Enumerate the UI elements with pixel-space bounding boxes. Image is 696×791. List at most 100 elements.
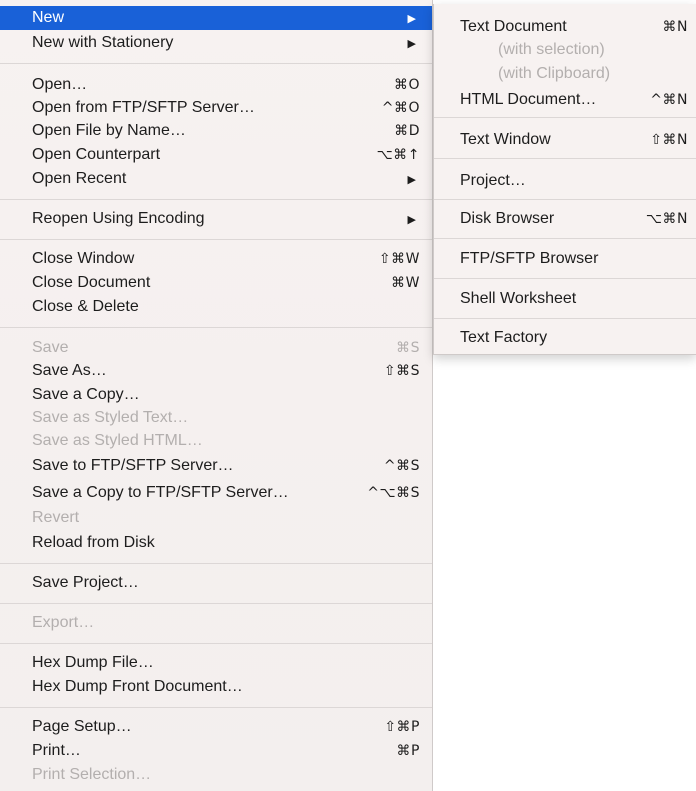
- submenu-item-html-document[interactable]: HTML Document… ^⌘N: [434, 88, 696, 112]
- menu-separator: [434, 238, 696, 239]
- menu-item-label: Close & Delete: [32, 298, 139, 315]
- menu-item-label: Save as Styled Text…: [32, 409, 189, 426]
- submenu-item-text-window[interactable]: Text Window ⇧⌘N: [434, 128, 696, 152]
- menu-item-label: Project…: [460, 172, 526, 189]
- menu-item-hex-dump-front-document[interactable]: Hex Dump Front Document…: [0, 675, 432, 699]
- menu-item-label: Close Document: [32, 274, 151, 291]
- menu-item-page-setup[interactable]: Page Setup… ⇧⌘P: [0, 715, 432, 739]
- menu-item-label: Hex Dump Front Document…: [32, 678, 243, 695]
- menu-separator: [0, 643, 432, 644]
- menu-item-label: (with Clipboard): [498, 65, 611, 82]
- menu-separator: [0, 63, 432, 64]
- menu-item-save-project[interactable]: Save Project…: [0, 571, 432, 595]
- menu-item-label: Reopen Using Encoding: [32, 210, 205, 227]
- submenu-item-with-selection: (with selection): [434, 38, 696, 62]
- submenu-arrow-icon: ▶: [407, 12, 416, 25]
- shortcut-label: ⌘W: [391, 275, 420, 291]
- menu-separator: [434, 158, 696, 159]
- menu-item-label: HTML Document…: [460, 91, 597, 108]
- shortcut-label: ⌘D: [394, 123, 420, 139]
- menu-item-hex-dump-file[interactable]: Hex Dump File…: [0, 651, 432, 675]
- shortcut-label: ^⌘N: [650, 92, 688, 108]
- menu-item-label: Text Factory: [460, 329, 548, 346]
- menu-item-label: Close Window: [32, 250, 135, 267]
- shortcut-label: ⇧⌘N: [650, 132, 688, 148]
- menu-item-label: Revert: [32, 509, 80, 526]
- new-submenu: Text Document ⌘N (with selection) (with …: [433, 4, 696, 355]
- shortcut-label: ⌥⌘↑: [376, 147, 420, 163]
- menu-item-print-selection: Print Selection…: [0, 763, 432, 787]
- menu-item-label: Save a Copy…: [32, 386, 140, 403]
- menu-item-print[interactable]: Print… ⌘P: [0, 739, 432, 763]
- shortcut-label: ⌘O: [393, 77, 420, 93]
- menu-item-save-copy-to-ftp[interactable]: Save a Copy to FTP/SFTP Server… ^⌥⌘S: [0, 481, 432, 505]
- menu-item-label: Text Window: [460, 131, 551, 148]
- submenu-item-project[interactable]: Project…: [434, 169, 696, 193]
- shortcut-label: ⌥⌘N: [645, 211, 688, 227]
- menu-item-label: (with selection): [498, 41, 605, 58]
- menu-item-label: Save as Styled HTML…: [32, 432, 203, 449]
- submenu-arrow-icon: ▶: [407, 173, 416, 186]
- menu-item-label: Disk Browser: [460, 210, 555, 227]
- submenu-item-text-factory[interactable]: Text Factory: [434, 326, 696, 350]
- menu-item-label: Open File by Name…: [32, 122, 186, 139]
- menu-item-save-as[interactable]: Save As… ⇧⌘S: [0, 359, 432, 383]
- menu-item-open-counterpart[interactable]: Open Counterpart ⌥⌘↑: [0, 143, 432, 167]
- menu-item-revert: Revert: [0, 506, 432, 530]
- menu-item-save-as-styled-html: Save as Styled HTML…: [0, 429, 432, 453]
- menu-separator: [434, 117, 696, 118]
- menu-item-label: Save a Copy to FTP/SFTP Server…: [32, 484, 289, 501]
- menu-item-label: Print…: [32, 742, 81, 759]
- menu-item-label: FTP/SFTP Browser: [460, 250, 599, 267]
- menu-separator: [434, 278, 696, 279]
- menu-item-save-a-copy[interactable]: Save a Copy…: [0, 383, 432, 407]
- submenu-item-with-clipboard: (with Clipboard): [434, 62, 696, 86]
- menu-separator: [0, 603, 432, 604]
- menu-item-label: Save to FTP/SFTP Server…: [32, 457, 234, 474]
- menu-item-open-recent[interactable]: Open Recent ▶: [0, 167, 432, 191]
- menu-item-label: Shell Worksheet: [460, 290, 577, 307]
- menu-item-new[interactable]: New ▶: [0, 6, 432, 30]
- menu-item-close-and-delete[interactable]: Close & Delete: [0, 295, 432, 319]
- menu-item-label: Text Document: [460, 18, 567, 35]
- menu-item-open-file-by-name[interactable]: Open File by Name… ⌘D: [0, 119, 432, 143]
- shortcut-label: ^⌘O: [381, 100, 420, 116]
- menu-item-reopen-using-encoding[interactable]: Reopen Using Encoding ▶: [0, 207, 432, 231]
- menu-item-label: New with Stationery: [32, 34, 174, 51]
- menu-item-export: Export…: [0, 611, 432, 635]
- submenu-arrow-icon: ▶: [407, 213, 416, 226]
- shortcut-label: ^⌥⌘S: [367, 485, 420, 501]
- menu-item-label: Open Counterpart: [32, 146, 161, 163]
- menu-item-label: Save: [32, 339, 69, 356]
- submenu-arrow-icon: ▶: [407, 37, 416, 50]
- shortcut-label: ⌘N: [662, 19, 688, 35]
- submenu-item-shell-worksheet[interactable]: Shell Worksheet: [434, 287, 696, 311]
- menu-item-label: Export…: [32, 614, 95, 631]
- menu-item-open[interactable]: Open… ⌘O: [0, 73, 432, 97]
- menu-item-new-with-stationery[interactable]: New with Stationery ▶: [0, 31, 432, 55]
- menu-item-label: Save Project…: [32, 574, 139, 591]
- menu-item-label: Hex Dump File…: [32, 654, 154, 671]
- menu-item-reload-from-disk[interactable]: Reload from Disk: [0, 531, 432, 555]
- submenu-item-ftp-sftp-browser[interactable]: FTP/SFTP Browser: [434, 247, 696, 271]
- menu-item-label: Open…: [32, 76, 88, 93]
- menu-item-open-from-ftp[interactable]: Open from FTP/SFTP Server… ^⌘O: [0, 96, 432, 120]
- menu-item-save-to-ftp[interactable]: Save to FTP/SFTP Server… ^⌘S: [0, 454, 432, 478]
- menu-separator: [0, 327, 432, 328]
- menu-separator: [0, 199, 432, 200]
- submenu-item-text-document[interactable]: Text Document ⌘N: [434, 15, 696, 39]
- menu-item-save-as-styled-text: Save as Styled Text…: [0, 406, 432, 430]
- menu-item-close-document[interactable]: Close Document ⌘W: [0, 271, 432, 295]
- shortcut-label: ⌘P: [396, 743, 420, 759]
- menu-item-label: Page Setup…: [32, 718, 132, 735]
- file-menu: New ▶ New with Stationery ▶ Open… ⌘O Ope…: [0, 0, 433, 791]
- shortcut-label: ⇧⌘S: [383, 363, 420, 379]
- menu-item-label: Save As…: [32, 362, 107, 379]
- submenu-item-disk-browser[interactable]: Disk Browser ⌥⌘N: [434, 207, 696, 231]
- menu-item-label: Open from FTP/SFTP Server…: [32, 99, 255, 116]
- menu-item-label: Reload from Disk: [32, 534, 155, 551]
- menu-item-close-window[interactable]: Close Window ⇧⌘W: [0, 247, 432, 271]
- menu-separator: [0, 239, 432, 240]
- menu-separator: [0, 707, 432, 708]
- menu-separator: [0, 563, 432, 564]
